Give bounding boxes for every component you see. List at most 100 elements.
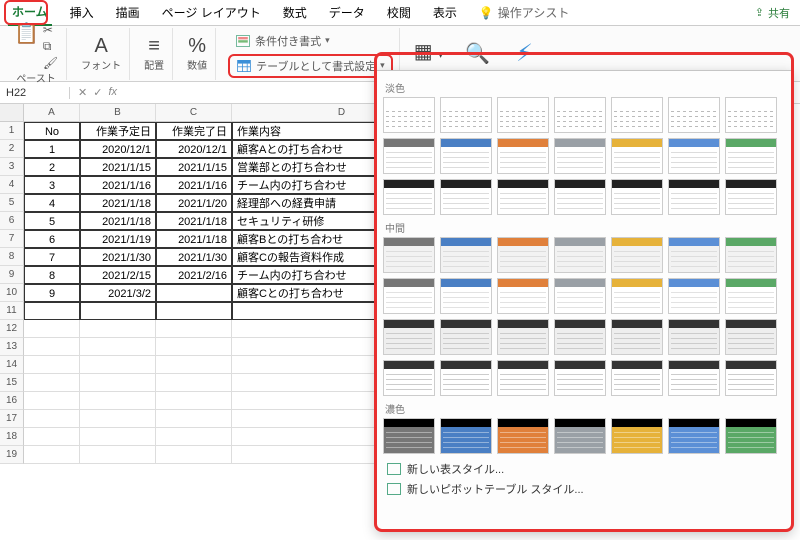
cell[interactable]: 2020/12/1	[80, 140, 156, 158]
cell[interactable]	[80, 446, 156, 464]
table-style-swatch[interactable]	[611, 319, 663, 355]
cell[interactable]	[156, 410, 232, 428]
cell[interactable]	[156, 428, 232, 446]
table-style-swatch[interactable]	[554, 319, 606, 355]
row-header[interactable]: 18	[0, 428, 24, 446]
cell[interactable]	[80, 392, 156, 410]
cell[interactable]	[24, 320, 80, 338]
table-style-swatch[interactable]	[668, 179, 720, 215]
column-header[interactable]: B	[80, 104, 156, 122]
table-style-swatch[interactable]	[440, 97, 492, 133]
new-table-style[interactable]: 新しい表スタイル...	[383, 459, 785, 479]
cell[interactable]	[156, 374, 232, 392]
cell[interactable]: 2021/1/18	[156, 212, 232, 230]
table-style-swatch[interactable]	[497, 237, 549, 273]
table-style-swatch[interactable]	[383, 179, 435, 215]
cell[interactable]: 2021/1/15	[80, 158, 156, 176]
table-style-swatch[interactable]	[383, 97, 435, 133]
table-style-swatch[interactable]	[611, 97, 663, 133]
row-header[interactable]: 8	[0, 248, 24, 266]
group-paste[interactable]: 📋 ✂︎ ⧉ 🖌︎ ペースト	[6, 28, 67, 80]
cell[interactable]	[156, 392, 232, 410]
table-style-swatch[interactable]	[383, 237, 435, 273]
cell[interactable]: 2021/1/18	[80, 194, 156, 212]
row-header[interactable]: 3	[0, 158, 24, 176]
cell[interactable]	[24, 428, 80, 446]
table-style-swatch[interactable]	[440, 138, 492, 174]
table-style-swatch[interactable]	[725, 418, 777, 454]
table-style-swatch[interactable]	[611, 278, 663, 314]
cell[interactable]: 2021/1/16	[80, 176, 156, 194]
cell[interactable]: 2021/3/2	[80, 284, 156, 302]
table-style-swatch[interactable]	[440, 360, 492, 396]
cell[interactable]	[24, 410, 80, 428]
table-style-swatch[interactable]	[668, 360, 720, 396]
table-style-swatch[interactable]	[383, 360, 435, 396]
table-style-swatch[interactable]	[554, 237, 606, 273]
table-style-swatch[interactable]	[497, 179, 549, 215]
table-style-swatch[interactable]	[725, 278, 777, 314]
cell[interactable]: 2021/1/19	[80, 230, 156, 248]
table-style-swatch[interactable]	[554, 138, 606, 174]
cell[interactable]: 2021/2/15	[80, 266, 156, 284]
tab-review[interactable]: 校閲	[383, 0, 415, 25]
cell[interactable]	[80, 356, 156, 374]
row-header[interactable]: 1	[0, 122, 24, 140]
table-style-swatch[interactable]	[668, 418, 720, 454]
tab-view[interactable]: 表示	[429, 0, 461, 25]
row-header[interactable]: 12	[0, 320, 24, 338]
table-style-swatch[interactable]	[611, 138, 663, 174]
table-style-swatch[interactable]	[554, 360, 606, 396]
table-style-swatch[interactable]	[497, 418, 549, 454]
cell[interactable]	[80, 338, 156, 356]
cell[interactable]: 2020/12/1	[156, 140, 232, 158]
cell[interactable]	[156, 338, 232, 356]
column-header[interactable]: C	[156, 104, 232, 122]
cell[interactable]: 2021/1/20	[156, 194, 232, 212]
cell[interactable]: 2021/1/30	[80, 248, 156, 266]
row-header[interactable]: 10	[0, 284, 24, 302]
table-style-swatch[interactable]	[440, 179, 492, 215]
cell[interactable]	[24, 374, 80, 392]
name-box[interactable]: H22	[0, 87, 70, 99]
table-style-swatch[interactable]	[725, 179, 777, 215]
tell-me[interactable]: 💡 操作アシスト	[475, 0, 573, 25]
table-style-swatch[interactable]	[497, 97, 549, 133]
table-style-swatch[interactable]	[440, 278, 492, 314]
table-style-swatch[interactable]	[554, 278, 606, 314]
table-style-swatch[interactable]	[440, 319, 492, 355]
cell[interactable]: 7	[24, 248, 80, 266]
row-header[interactable]: 14	[0, 356, 24, 374]
row-header[interactable]: 4	[0, 176, 24, 194]
cell[interactable]: 2	[24, 158, 80, 176]
table-style-swatch[interactable]	[725, 237, 777, 273]
cell[interactable]: 2021/1/16	[156, 176, 232, 194]
table-style-swatch[interactable]	[383, 138, 435, 174]
cell[interactable]	[24, 356, 80, 374]
cell[interactable]: 作業予定日	[80, 122, 156, 140]
table-style-swatch[interactable]	[440, 418, 492, 454]
table-style-swatch[interactable]	[554, 97, 606, 133]
cell[interactable]	[24, 338, 80, 356]
conditional-formatting-button[interactable]: 条件付き書式 ▾	[228, 30, 393, 52]
row-header[interactable]: 19	[0, 446, 24, 464]
copy-icon[interactable]: ⧉	[43, 39, 58, 54]
share-button[interactable]: ⇪ 共有	[755, 5, 790, 21]
table-style-swatch[interactable]	[725, 360, 777, 396]
table-style-swatch[interactable]	[611, 418, 663, 454]
cell[interactable]	[156, 356, 232, 374]
table-style-swatch[interactable]	[611, 179, 663, 215]
row-header[interactable]: 17	[0, 410, 24, 428]
format-painter-icon[interactable]: 🖌︎	[43, 56, 58, 70]
table-style-swatch[interactable]	[383, 319, 435, 355]
table-style-swatch[interactable]	[497, 360, 549, 396]
row-header[interactable]: 5	[0, 194, 24, 212]
enter-icon[interactable]: ✓	[93, 86, 102, 99]
cell[interactable]: 5	[24, 212, 80, 230]
select-all-corner[interactable]	[0, 104, 24, 122]
table-style-swatch[interactable]	[668, 97, 720, 133]
tab-page-layout[interactable]: ページ レイアウト	[158, 0, 265, 25]
table-style-swatch[interactable]	[668, 138, 720, 174]
cell[interactable]: 2021/2/16	[156, 266, 232, 284]
cell[interactable]	[24, 392, 80, 410]
